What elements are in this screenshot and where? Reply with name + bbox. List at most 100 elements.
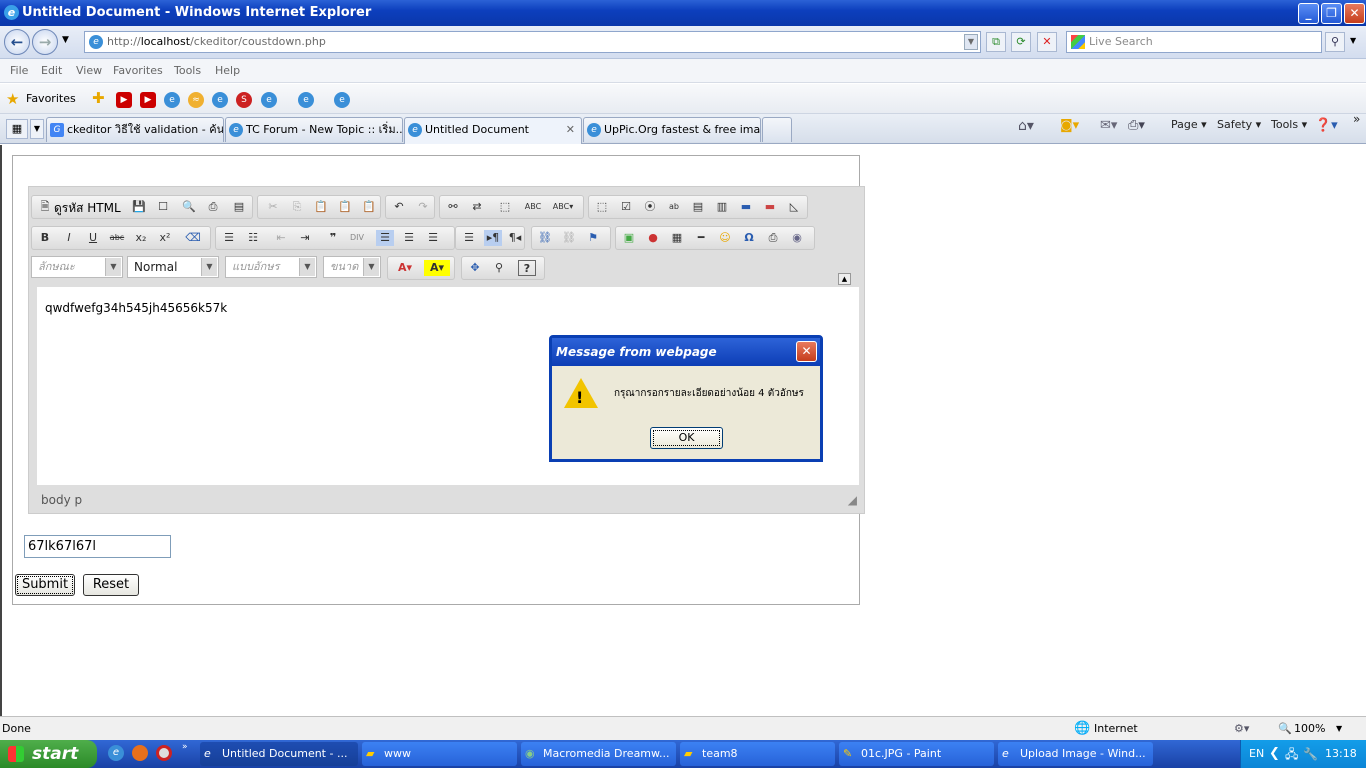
app-quicklaunch-icon[interactable] — [156, 745, 172, 761]
redo-icon[interactable]: ↷ — [414, 199, 432, 215]
address-dropdown-icon[interactable]: ▼ — [964, 34, 978, 50]
zoom-level[interactable]: 100% — [1294, 717, 1325, 741]
cut-icon[interactable]: ✂ — [264, 199, 282, 215]
strike-icon[interactable]: abc — [108, 230, 126, 246]
copy-icon[interactable]: ⎘ — [288, 199, 306, 215]
ie-folder-icon[interactable]: e — [261, 92, 277, 108]
align-left-icon[interactable]: ☰ — [376, 230, 394, 246]
remove-format-icon[interactable]: ⌫ — [184, 230, 202, 246]
paste-text-icon[interactable]: 📋 — [336, 199, 354, 215]
window-titlebar[interactable]: e Untitled Document - Windows Internet E… — [0, 0, 1366, 26]
subscript-icon[interactable]: x₂ — [132, 230, 150, 246]
address-input[interactable]: e http://localhost/ckeditor/coustdown.ph… — [84, 31, 981, 53]
smiley-icon[interactable]: ☺ — [716, 230, 734, 246]
preview-icon[interactable]: 🔍 — [180, 199, 198, 215]
page-menu[interactable]: Page ▾ — [1171, 118, 1207, 131]
link-icon[interactable]: ≈ — [188, 92, 204, 108]
element-path[interactable]: body p — [41, 493, 82, 507]
table-icon[interactable]: ▦ — [668, 230, 686, 246]
search-options-icon[interactable]: ▼ — [1350, 36, 1356, 45]
font-combo[interactable]: แบบอักษร ▼ — [225, 256, 317, 278]
justify-icon[interactable]: ☰ — [460, 230, 478, 246]
indent-icon[interactable]: ⇥ — [296, 230, 314, 246]
special-char-icon[interactable]: Ω — [740, 230, 758, 246]
dialog-close-button[interactable]: ✕ — [796, 341, 817, 362]
imagebutton-icon[interactable]: ▬ — [761, 199, 779, 215]
back-button[interactable]: ← — [4, 29, 30, 55]
text-input[interactable]: 67lk67l67l — [24, 535, 171, 558]
dialog-title[interactable]: Message from webpage — [552, 338, 820, 366]
task-untitled-document[interactable]: e Untitled Document - ... — [200, 742, 358, 766]
menu-view[interactable]: View — [76, 64, 102, 77]
task-team8[interactable]: ▰ team8 — [680, 742, 835, 766]
numbered-list-icon[interactable]: ☰ — [220, 230, 238, 246]
textarea-icon[interactable]: ▤ — [689, 199, 707, 215]
hiddenfield-icon[interactable]: ◺ — [785, 199, 803, 215]
paste-word-icon[interactable]: 📋 — [360, 199, 378, 215]
replace-icon[interactable]: ⇄ — [468, 199, 486, 215]
ok-button[interactable]: OK — [650, 427, 723, 449]
ie-link-icon[interactable]: e — [334, 92, 350, 108]
blockquote-icon[interactable]: ❞ — [324, 230, 342, 246]
reset-button[interactable]: Reset — [83, 574, 139, 596]
protected-mode-icon[interactable]: ⚙▾ — [1234, 717, 1249, 741]
compatibility-icon[interactable]: ⧉ — [986, 32, 1006, 52]
ie-folder-icon[interactable]: e — [298, 92, 314, 108]
flash-icon[interactable]: ● — [644, 230, 662, 246]
radio-icon[interactable]: ⦿ — [641, 199, 659, 215]
collapse-toolbar-icon[interactable]: ▲ — [838, 273, 851, 285]
paste-icon[interactable]: 📋 — [312, 199, 330, 215]
select-icon[interactable]: ▥ — [713, 199, 731, 215]
scayt-icon[interactable]: ABC▾ — [548, 199, 578, 215]
add-favorite-icon[interactable]: ✚ — [92, 89, 105, 107]
youtube-icon[interactable]: ▶ — [140, 92, 156, 108]
underline-icon[interactable]: U — [84, 230, 102, 246]
menu-favorites[interactable]: Favorites — [113, 64, 163, 77]
ie-quicklaunch-icon[interactable]: e — [108, 745, 124, 761]
superscript-icon[interactable]: x² — [156, 230, 174, 246]
textfield-icon[interactable]: ab — [665, 199, 683, 215]
task-dreamweaver[interactable]: ◉ Macromedia Dreamw... — [521, 742, 676, 766]
tray-expand-icon[interactable]: ❮ — [1269, 740, 1280, 768]
safety-menu[interactable]: Safety ▾ — [1217, 118, 1261, 131]
format-combo[interactable]: Normal ▼ — [127, 256, 219, 278]
network-icon[interactable]: 🖧 — [1285, 740, 1298, 768]
tab-uppic[interactable]: e UpPic.Org fastest & free ima... — [583, 117, 761, 142]
div-icon[interactable]: DIV — [348, 230, 366, 246]
mail-icon[interactable]: ✉▾ — [1100, 118, 1117, 133]
source-icon[interactable]: 🗎 — [36, 199, 54, 215]
help-icon[interactable]: ❓▾ — [1315, 118, 1338, 133]
page-break-icon[interactable]: ⎙ — [764, 230, 782, 246]
submit-button[interactable]: Submit — [15, 574, 75, 596]
menu-file[interactable]: File — [10, 64, 28, 77]
new-page-icon[interactable]: ☐ — [154, 199, 172, 215]
align-right-icon[interactable]: ☰ — [424, 230, 442, 246]
select-all-icon[interactable]: ⬚ — [496, 199, 514, 215]
youtube-icon[interactable]: ▶ — [116, 92, 132, 108]
maximize-button[interactable]: ❐ — [1321, 3, 1342, 24]
templates-icon[interactable]: ▤ — [230, 199, 248, 215]
tab-tcforum[interactable]: e TC Forum - New Topic :: เริ่ม... — [225, 117, 403, 142]
tab-list-icon[interactable]: ▼ — [30, 119, 44, 139]
more-commands-icon[interactable]: » — [1353, 112, 1360, 126]
firefox-quicklaunch-icon[interactable] — [132, 745, 148, 761]
stop-icon[interactable]: ✕ — [1037, 32, 1057, 52]
tools-tray-icon[interactable]: 🔧 — [1303, 740, 1318, 768]
styles-combo[interactable]: ลักษณะ ▼ — [31, 256, 123, 278]
outdent-icon[interactable]: ⇤ — [272, 230, 290, 246]
resize-handle-icon[interactable]: ◢ — [848, 489, 857, 511]
s-link-icon[interactable]: S — [236, 92, 252, 108]
text-color-icon[interactable]: A▾ — [392, 260, 418, 276]
task-upload-image[interactable]: e Upload Image - Wind... — [998, 742, 1153, 766]
refresh-icon[interactable]: ⟳ — [1011, 32, 1031, 52]
image-icon[interactable]: ▣ — [620, 230, 638, 246]
ie-link-icon[interactable]: e — [212, 92, 228, 108]
form-icon[interactable]: ⬚ — [593, 199, 611, 215]
ie-link-icon[interactable]: e — [164, 92, 180, 108]
task-www[interactable]: ▰ www — [362, 742, 517, 766]
print-icon[interactable]: ⎙ — [204, 199, 222, 215]
link-icon[interactable]: ⛓ — [536, 230, 554, 246]
home-icon[interactable]: ⌂▾ — [1018, 118, 1034, 134]
spellcheck-icon[interactable]: ABC — [524, 199, 542, 215]
find-icon[interactable]: ⚯ — [444, 199, 462, 215]
